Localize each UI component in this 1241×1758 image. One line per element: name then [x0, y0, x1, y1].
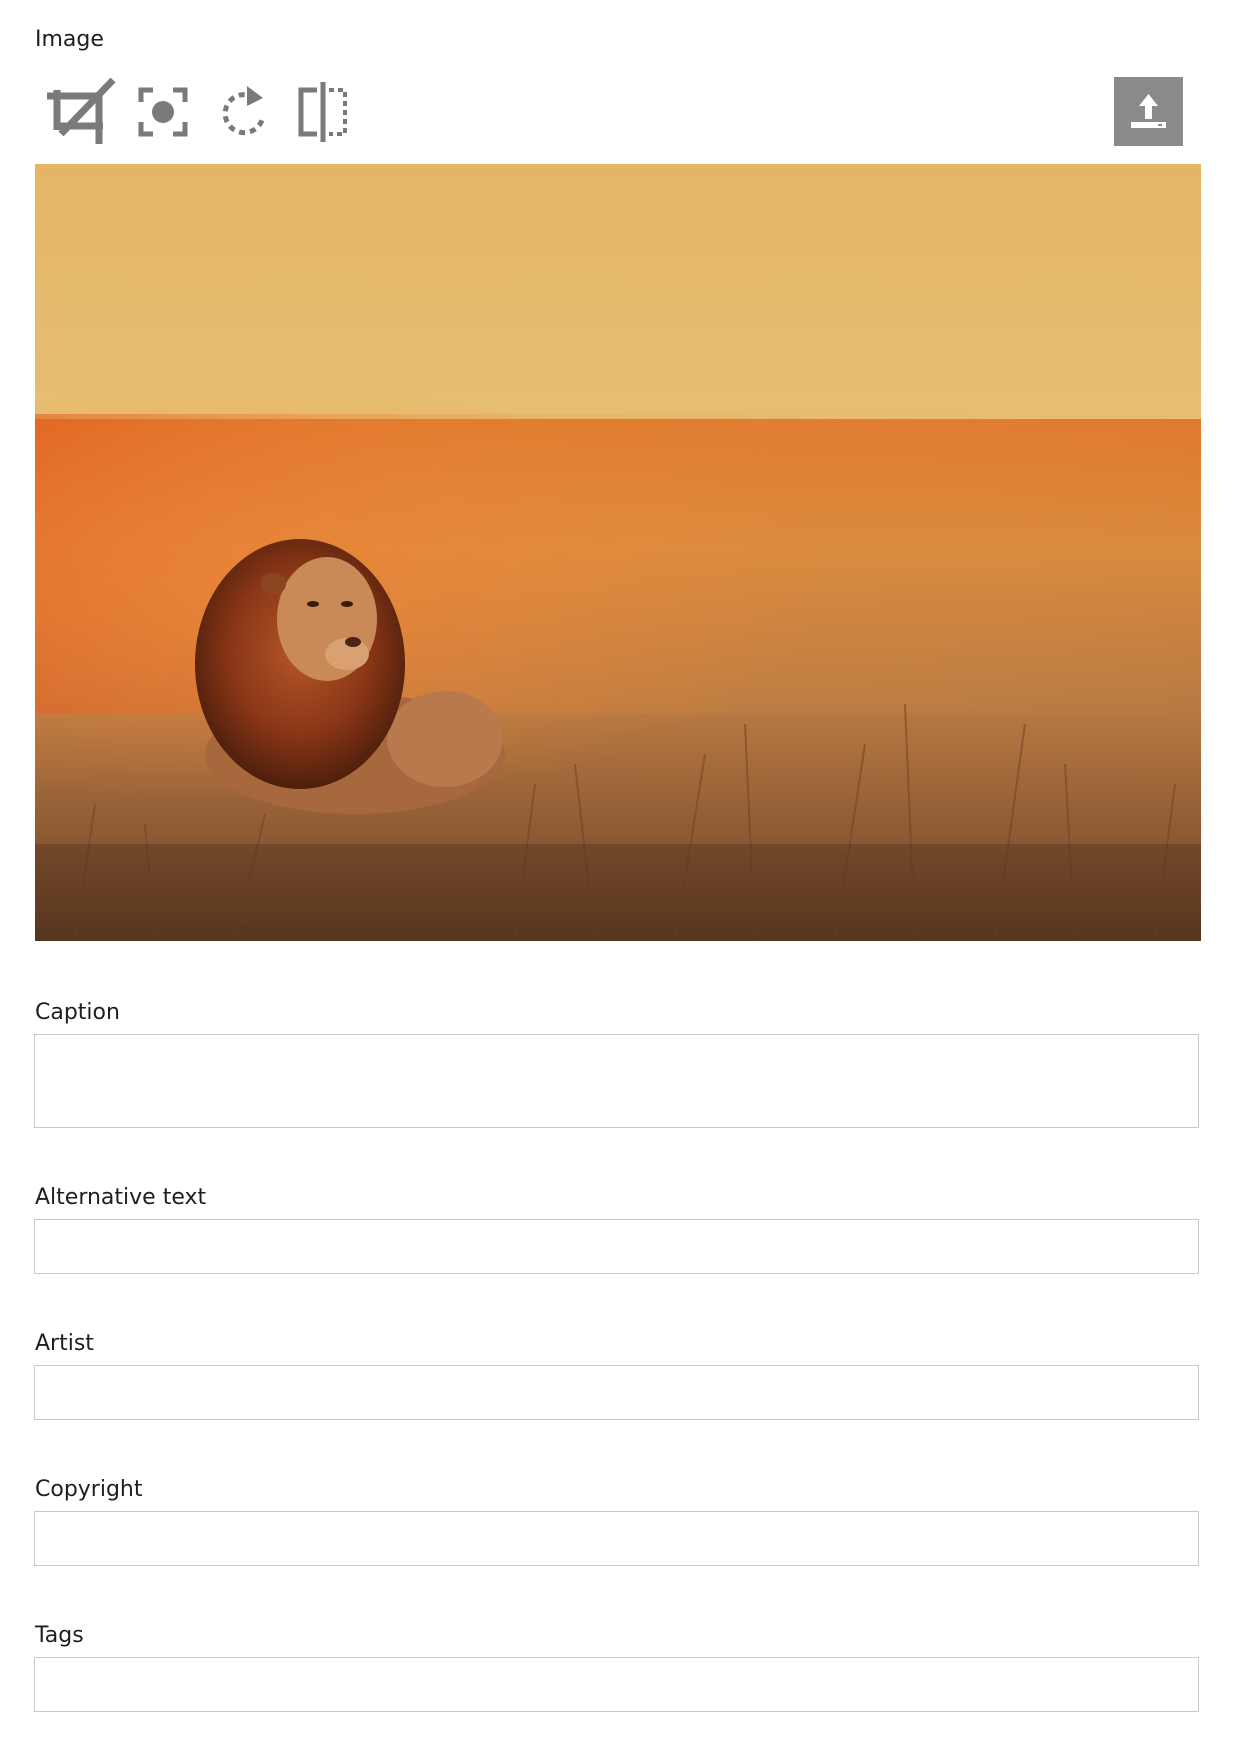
- artist-label: Artist: [35, 1331, 94, 1356]
- caption-textarea[interactable]: [34, 1034, 1199, 1128]
- caption-label: Caption: [35, 1000, 120, 1025]
- copyright-label: Copyright: [35, 1477, 143, 1502]
- tags-label: Tags: [35, 1623, 84, 1648]
- alternative-text-input[interactable]: [34, 1219, 1199, 1274]
- lion-photo: [35, 164, 1201, 941]
- image-label: Image: [35, 27, 104, 52]
- alternative-text-label: Alternative text: [35, 1185, 207, 1210]
- crop-icon: [47, 77, 116, 144]
- copyright-input[interactable]: [34, 1511, 1199, 1566]
- tags-input[interactable]: [34, 1657, 1199, 1712]
- focus-point-button[interactable]: [127, 76, 199, 148]
- flip-horizontal-button[interactable]: [287, 76, 359, 148]
- rotate-icon: [222, 86, 266, 136]
- image-toolbar: [35, 70, 1200, 152]
- upload-icon: [1131, 94, 1166, 128]
- crop-button[interactable]: [47, 76, 119, 148]
- upload-button[interactable]: [1114, 77, 1183, 146]
- artist-input[interactable]: [34, 1365, 1199, 1420]
- focus-point-icon: [138, 87, 188, 137]
- rotate-button[interactable]: [207, 76, 279, 148]
- flip-horizontal-icon: [298, 82, 347, 142]
- image-preview[interactable]: [35, 164, 1201, 941]
